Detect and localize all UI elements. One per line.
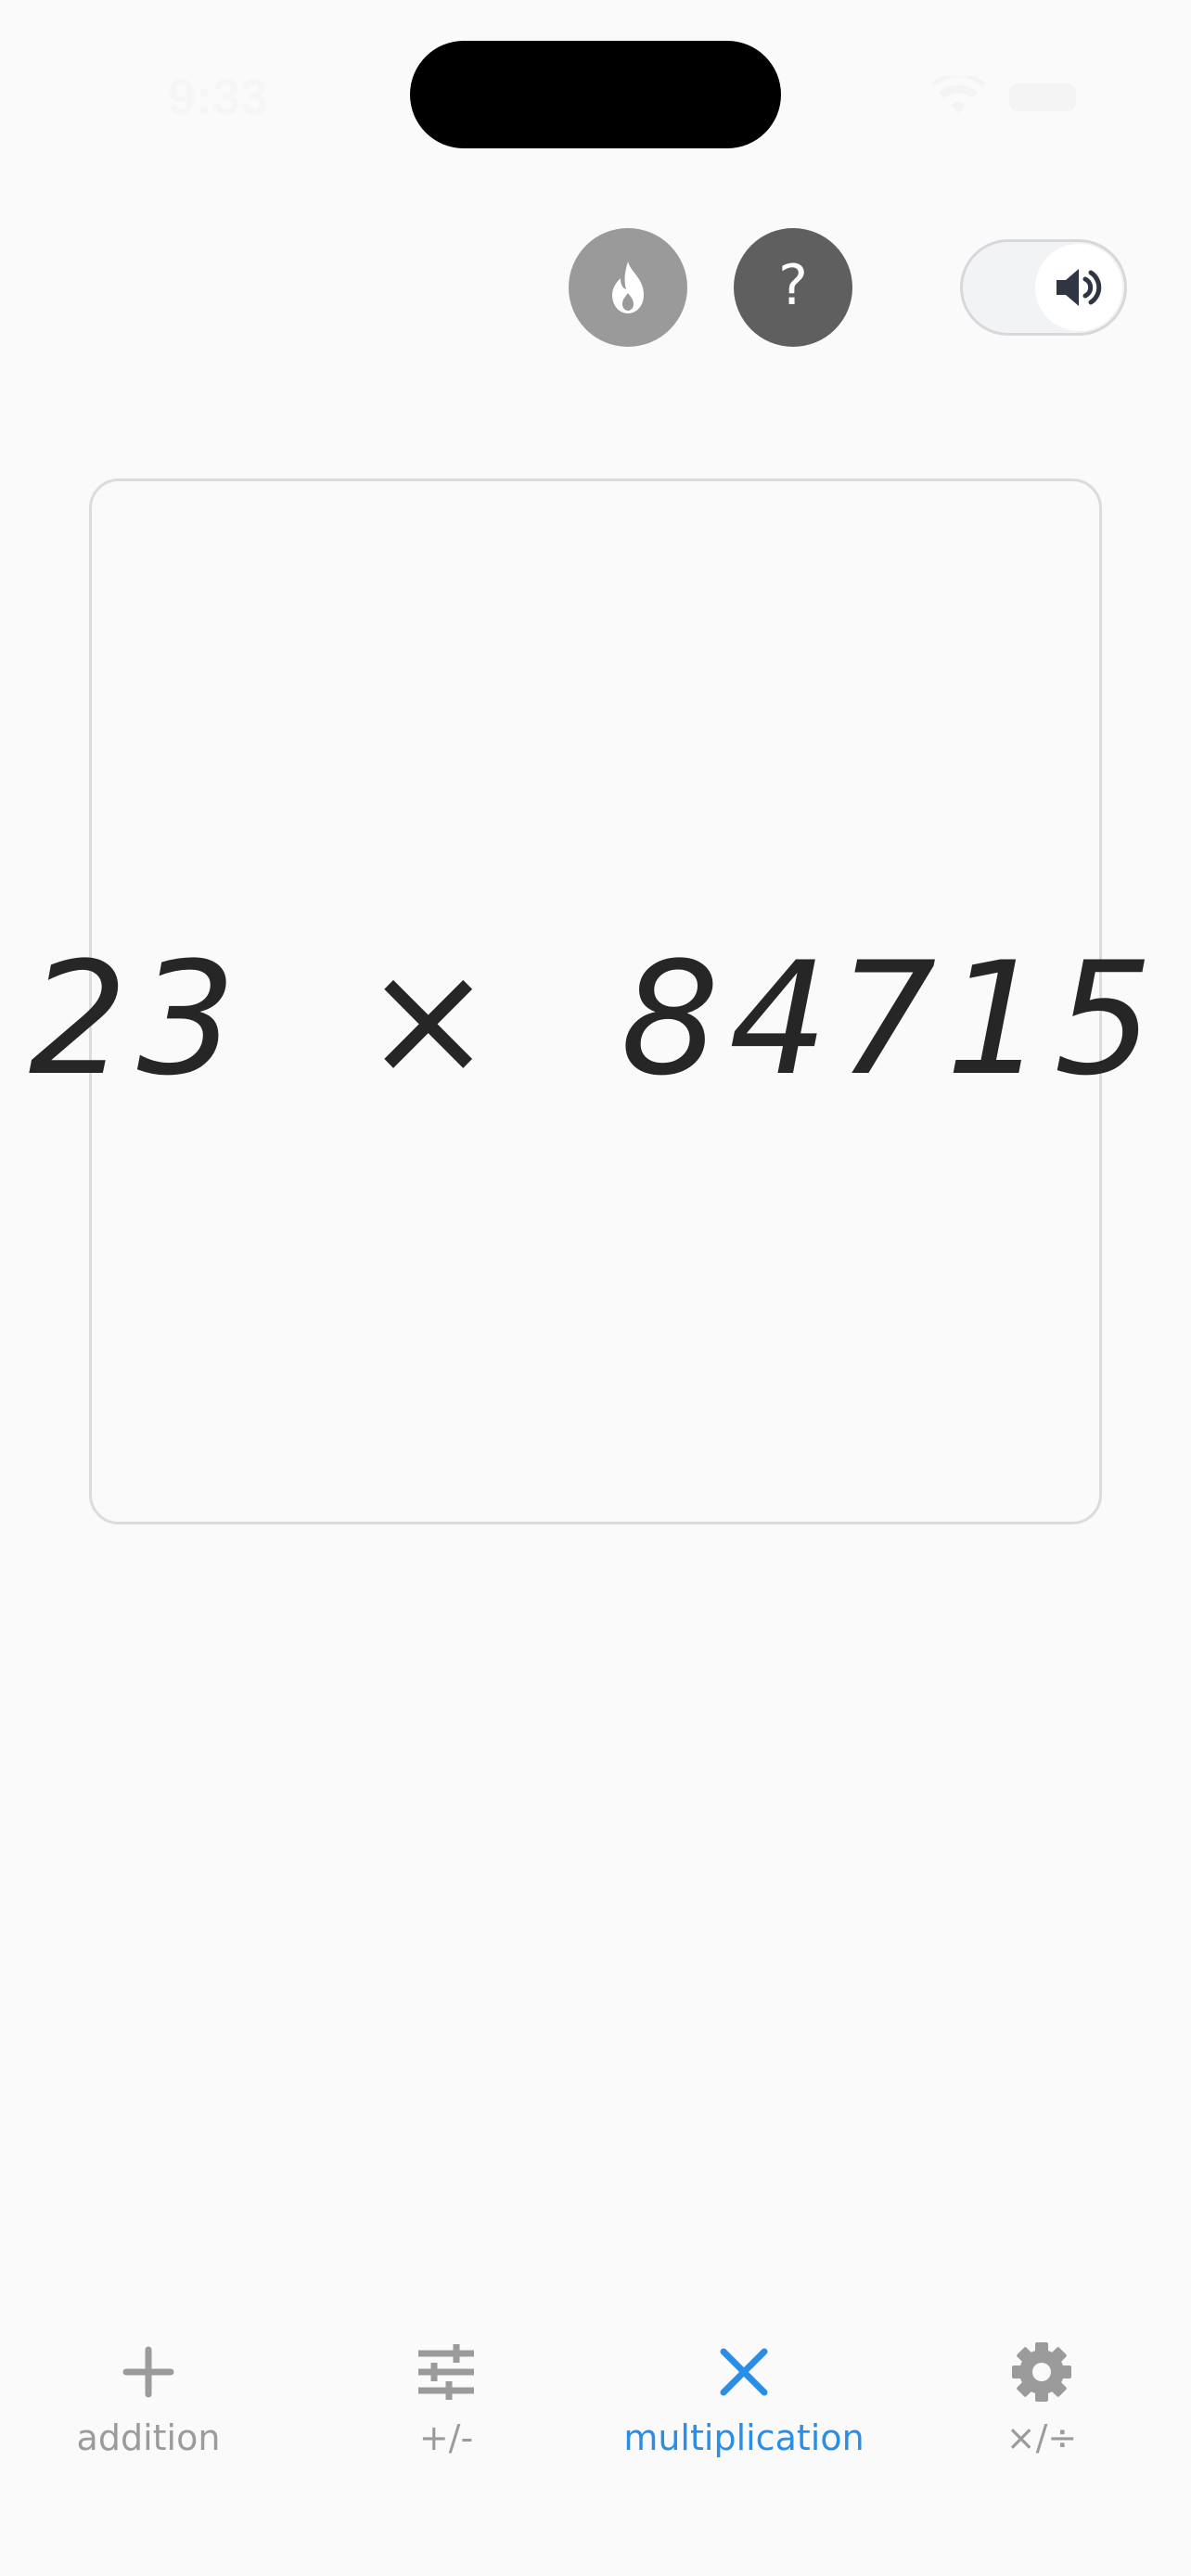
status-time: 9:33 xyxy=(167,70,269,125)
problem-text: 23 × 84715 xyxy=(28,928,1163,1110)
help-button[interactable]: ? xyxy=(734,228,852,347)
tab-bar: addition +/- multiplication ×/÷ xyxy=(0,2318,1191,2485)
streak-button[interactable] xyxy=(569,228,687,347)
battery-icon xyxy=(1009,83,1076,111)
tab-addition-label: addition xyxy=(76,2417,221,2458)
tab-plus-minus-label: +/- xyxy=(418,2417,474,2458)
tab-plus-minus[interactable]: +/- xyxy=(298,2318,595,2485)
sound-toggle[interactable] xyxy=(960,239,1127,336)
times-icon xyxy=(720,2348,768,2396)
tab-multiplication-label: multiplication xyxy=(623,2417,864,2458)
help-label: ? xyxy=(778,253,808,318)
tab-settings-label: ×/÷ xyxy=(1005,2417,1078,2458)
gear-icon xyxy=(1012,2342,1071,2402)
tab-multiplication[interactable]: multiplication xyxy=(596,2318,892,2485)
dynamic-island xyxy=(410,41,781,148)
tab-addition[interactable]: addition xyxy=(0,2318,297,2485)
sliders-icon xyxy=(418,2344,474,2400)
problem-card[interactable]: 23 × 84715 xyxy=(28,478,1163,1524)
app-screen: 9:33 ? 23 × 84715 addition +/- multiplic… xyxy=(0,0,1191,2576)
plus-icon xyxy=(122,2346,174,2398)
flame-icon xyxy=(612,261,644,313)
tab-settings[interactable]: ×/÷ xyxy=(893,2318,1190,2485)
wifi-icon xyxy=(931,76,985,113)
speaker-icon xyxy=(1057,269,1102,306)
sound-toggle-knob xyxy=(1035,244,1122,331)
